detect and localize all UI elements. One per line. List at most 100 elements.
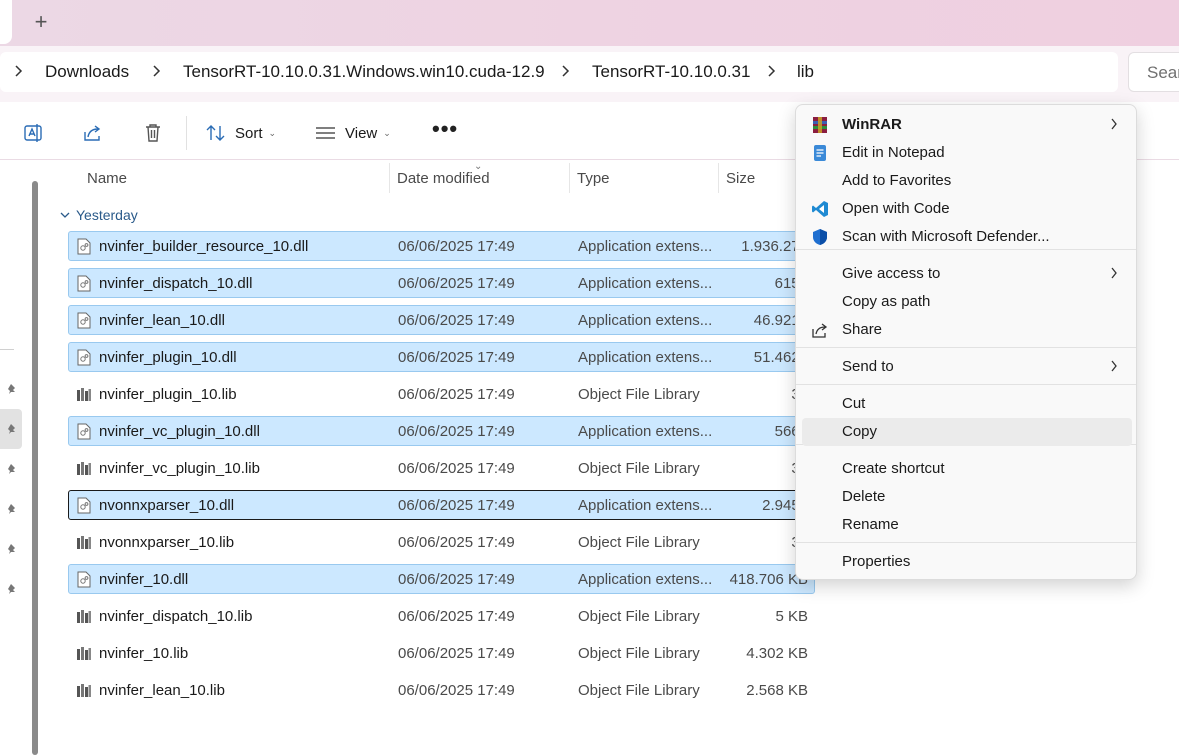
menu-item-rename[interactable]: Rename xyxy=(802,511,1132,539)
menu-item-properties[interactable]: Properties xyxy=(802,548,1132,576)
file-row[interactable]: nvinfer_lean_10.lib 06/06/2025 17:49 Objec… xyxy=(68,675,815,705)
file-date: 06/06/2025 17:49 xyxy=(398,238,515,255)
breadcrumb-tensorrt-folder[interactable]: TensorRT-10.10.0.31 xyxy=(592,62,750,82)
sort-button[interactable]: Sort ⌄ xyxy=(205,121,276,145)
file-row[interactable]: nvinfer_builder_resource_10.dll 06/06/202… xyxy=(68,231,815,261)
share-icon[interactable] xyxy=(82,122,104,144)
search-box[interactable]: Sear xyxy=(1128,52,1179,92)
new-tab-button[interactable]: + xyxy=(28,10,54,36)
menu-item-edit-in-notepad[interactable]: Edit in Notepad xyxy=(802,139,1132,167)
chevron-right-icon[interactable] xyxy=(149,63,163,79)
file-row[interactable]: nvinfer_dispatch_10.dll 06/06/2025 17:49 A… xyxy=(68,268,815,298)
file-type: Object File Library xyxy=(578,534,700,551)
menu-item-delete[interactable]: Delete xyxy=(802,483,1132,511)
dll-file-icon xyxy=(77,238,91,255)
file-date: 06/06/2025 17:49 xyxy=(398,386,515,403)
file-row[interactable]: nvinfer_vc_plugin_10.lib 06/06/2025 17:49… xyxy=(68,453,815,483)
menu-item-label: Give access to xyxy=(842,265,941,282)
file-row[interactable]: nvonnxparser_10.lib 06/06/2025 17:49 Objec… xyxy=(68,527,815,557)
file-type: Application extens... xyxy=(578,238,713,255)
winrar-icon xyxy=(813,117,827,133)
file-name: nvinfer_vc_plugin_10.dll xyxy=(99,423,260,440)
file-date: 06/06/2025 17:49 xyxy=(398,682,515,699)
chevron-right-icon[interactable] xyxy=(558,63,572,79)
menu-item-open-with-code[interactable]: Open with Code xyxy=(802,195,1132,223)
file-type: Object File Library xyxy=(578,386,700,403)
column-divider[interactable] xyxy=(389,163,390,193)
breadcrumb-tensorrt-package[interactable]: TensorRT-10.10.0.31.Windows.win10.cuda-1… xyxy=(183,62,545,82)
file-date: 06/06/2025 17:49 xyxy=(398,275,515,292)
sort-label: Sort xyxy=(235,124,263,142)
file-size: 5 KB xyxy=(775,608,808,625)
file-row[interactable]: nvinfer_10.lib 06/06/2025 17:49 Object Fil… xyxy=(68,638,815,668)
menu-item-send-to[interactable]: Send to xyxy=(802,353,1132,381)
column-header-name[interactable]: Name xyxy=(87,170,127,187)
menu-item-copy[interactable]: Copy xyxy=(802,418,1132,446)
file-type: Application extens... xyxy=(578,312,713,329)
sort-icon xyxy=(206,125,225,141)
file-name: nvinfer_builder_resource_10.dll xyxy=(99,238,309,255)
view-button[interactable]: View ⌄ xyxy=(315,121,391,145)
column-divider[interactable] xyxy=(718,163,719,193)
defender-shield-icon xyxy=(813,229,827,245)
menu-item-label: Scan with Microsoft Defender... xyxy=(842,228,1050,245)
column-header-size[interactable]: Size xyxy=(726,170,755,187)
file-type: Application extens... xyxy=(578,571,713,588)
file-type: Object File Library xyxy=(578,608,700,625)
file-row[interactable]: nvinfer_dispatch_10.lib 06/06/2025 17:49 O… xyxy=(68,601,815,631)
search-placeholder: Sear xyxy=(1147,63,1179,82)
dll-file-icon xyxy=(77,571,91,588)
column-header-type[interactable]: Type xyxy=(577,170,610,187)
file-name: nvinfer_10.dll xyxy=(99,571,189,588)
file-type: Application extens... xyxy=(578,497,713,514)
file-row[interactable]: nvinfer_lean_10.dll 06/06/2025 17:49 Appli… xyxy=(68,305,815,335)
see-more-button[interactable]: ••• xyxy=(432,118,458,140)
menu-item-cut[interactable]: Cut xyxy=(802,390,1132,418)
menu-item-label: Edit in Notepad xyxy=(842,144,945,161)
chevron-right-icon[interactable] xyxy=(11,63,25,79)
menu-item-label: Create shortcut xyxy=(842,460,945,477)
file-row[interactable]: nvinfer_plugin_10.dll 06/06/2025 17:49 App… xyxy=(68,342,815,372)
file-row[interactable]: nvinfer_10.dll 06/06/2025 17:49 Applicatio… xyxy=(68,564,815,594)
vscode-icon xyxy=(812,201,828,217)
file-row[interactable]: nvinfer_plugin_10.lib 06/06/2025 17:49 Obj… xyxy=(68,379,815,409)
nav-divider xyxy=(0,349,14,350)
column-header-date[interactable]: Date modified xyxy=(397,170,490,187)
group-label: Yesterday xyxy=(76,207,138,223)
menu-item-scan-with-microsoft-defender[interactable]: Scan with Microsoft Defender... xyxy=(802,223,1132,251)
file-type: Application extens... xyxy=(578,349,713,366)
column-divider[interactable] xyxy=(569,163,570,193)
file-name: nvinfer_vc_plugin_10.lib xyxy=(99,460,260,477)
context-menu: WinRAR Edit in Notepad Add to Favorites Ope… xyxy=(795,104,1137,580)
breadcrumb-downloads[interactable]: Downloads xyxy=(45,62,129,82)
file-date: 06/06/2025 17:49 xyxy=(398,349,515,366)
dll-file-icon xyxy=(77,497,91,514)
menu-item-give-access-to[interactable]: Give access to xyxy=(802,260,1132,288)
notepad-icon xyxy=(814,145,826,161)
menu-item-add-to-favorites[interactable]: Add to Favorites xyxy=(802,167,1132,195)
file-row[interactable]: nvinfer_vc_plugin_10.dll 06/06/2025 17:49… xyxy=(68,416,815,446)
group-header[interactable]: Yesterday xyxy=(60,207,138,223)
pin-icon xyxy=(8,384,15,394)
menu-item-create-shortcut[interactable]: Create shortcut xyxy=(802,455,1132,483)
breadcrumb[interactable]: Downloads TensorRT-10.10.0.31.Windows.wi… xyxy=(0,52,1118,92)
chevron-down-icon xyxy=(60,212,70,218)
dll-file-icon xyxy=(77,275,91,292)
menu-item-copy-as-path[interactable]: Copy as path xyxy=(802,288,1132,316)
chevron-right-icon[interactable] xyxy=(764,63,778,79)
breadcrumb-lib[interactable]: lib xyxy=(797,62,814,82)
menu-item-winrar[interactable]: WinRAR xyxy=(802,111,1132,139)
rename-icon[interactable] xyxy=(22,122,44,144)
active-tab-edge[interactable] xyxy=(0,0,12,44)
file-type: Object File Library xyxy=(578,645,700,662)
file-name: nvinfer_lean_10.dll xyxy=(99,312,225,329)
chevron-right-icon xyxy=(1111,118,1117,130)
file-type: Object File Library xyxy=(578,460,700,477)
library-file-icon xyxy=(77,610,91,623)
chevron-right-icon xyxy=(1111,267,1117,279)
file-row[interactable]: nvonnxparser_10.dll 06/06/2025 17:49 Appli… xyxy=(68,490,815,520)
menu-item-share[interactable]: Share xyxy=(802,316,1132,344)
delete-icon[interactable] xyxy=(142,122,164,144)
nav-scrollbar[interactable] xyxy=(32,181,38,755)
pin-icon xyxy=(8,544,15,554)
